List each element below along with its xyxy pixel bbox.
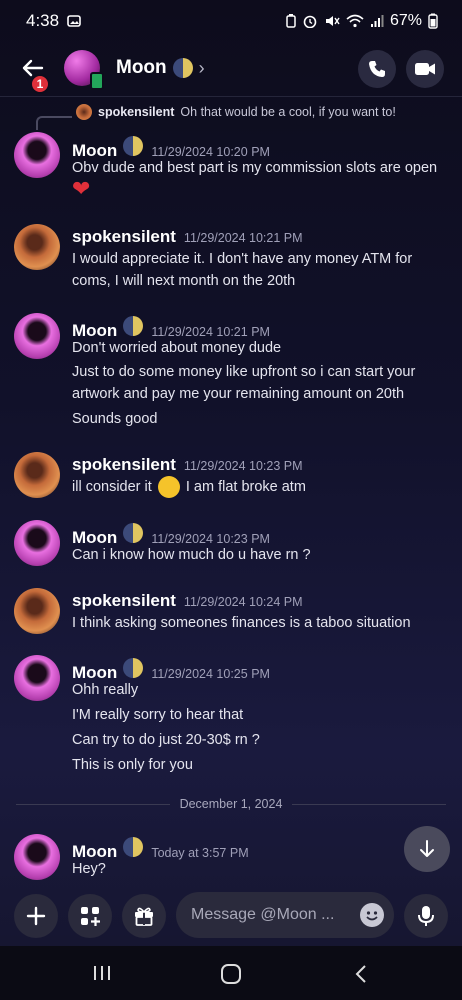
home-icon[interactable] bbox=[220, 964, 242, 984]
signal-icon bbox=[370, 15, 384, 27]
mute-icon bbox=[325, 16, 340, 26]
message-timestamp: 11/29/2024 10:24 PM bbox=[183, 595, 303, 609]
date-label: December 1, 2024 bbox=[179, 797, 283, 811]
message-text: Ohh really bbox=[72, 682, 139, 698]
dm-name[interactable]: Moon bbox=[116, 57, 167, 79]
message-author[interactable]: spokensilent bbox=[72, 591, 176, 611]
reply-connector bbox=[36, 116, 72, 130]
avatar[interactable] bbox=[14, 834, 60, 880]
message-composer: Message @Moon ... bbox=[0, 884, 462, 946]
divider bbox=[16, 803, 170, 805]
wifi-icon bbox=[346, 14, 364, 28]
heart-icon: ❤ bbox=[72, 176, 91, 201]
smiley-emoji-icon bbox=[157, 476, 180, 499]
message-timestamp: 11/29/2024 10:21 PM bbox=[183, 231, 303, 245]
message-text: I would appreciate it. I don't have any … bbox=[72, 251, 413, 289]
message-input[interactable]: Message @Moon ... bbox=[176, 892, 394, 938]
back-nav-icon[interactable] bbox=[354, 964, 368, 984]
gift-icon bbox=[135, 907, 153, 926]
message-text-part: ill consider it bbox=[72, 479, 152, 495]
reply-avatar bbox=[76, 104, 92, 120]
unread-badge: 1 bbox=[30, 74, 50, 94]
avatar[interactable] bbox=[64, 50, 104, 90]
system-nav-bar bbox=[0, 946, 462, 1000]
message-text: Can i know how much do u have rn ? bbox=[72, 547, 311, 563]
message-text: This is only for you bbox=[72, 757, 193, 773]
moon-emoji-icon bbox=[123, 658, 144, 678]
avatar[interactable] bbox=[14, 132, 60, 178]
message-text-part: I am flat broke atm bbox=[185, 479, 306, 495]
reply-text: Oh that would be a cool, if you want to! bbox=[180, 105, 396, 119]
gallery-icon bbox=[67, 15, 81, 27]
message-text: I think asking someones finances is a ta… bbox=[72, 615, 411, 631]
reply-author: spokensilent bbox=[98, 105, 175, 119]
message-timestamp: 11/29/2024 10:23 PM bbox=[183, 459, 303, 473]
avatar[interactable] bbox=[14, 588, 60, 634]
jump-to-bottom-button[interactable] bbox=[404, 826, 450, 872]
avatar[interactable] bbox=[14, 224, 60, 270]
message-text: ill consider it I am flat broke atm bbox=[72, 476, 452, 499]
gift-button[interactable] bbox=[122, 894, 166, 938]
alarm-icon bbox=[303, 15, 317, 28]
moon-emoji-icon bbox=[172, 58, 193, 78]
smiley-icon bbox=[366, 911, 378, 921]
avatar[interactable] bbox=[14, 655, 60, 701]
emoji-picker-button[interactable] bbox=[360, 903, 384, 927]
dm-header: 1 Moon › bbox=[0, 42, 462, 94]
moon-emoji-icon bbox=[123, 837, 144, 857]
recent-apps-icon[interactable] bbox=[92, 964, 112, 982]
message-author[interactable]: spokensilent bbox=[72, 455, 176, 475]
message-input-placeholder: Message @Moon ... bbox=[191, 906, 335, 923]
moon-emoji-icon bbox=[123, 316, 144, 336]
divider bbox=[292, 803, 446, 805]
avatar[interactable] bbox=[14, 520, 60, 566]
message-text: Can try to do just 20-30$ rn ? bbox=[72, 732, 260, 748]
battery-saver-icon bbox=[286, 14, 296, 28]
moon-emoji-icon bbox=[123, 136, 144, 156]
status-time: 4:38 bbox=[26, 11, 60, 30]
reply-reference[interactable]: spokensilent Oh that would be a cool, if… bbox=[76, 104, 396, 120]
message-text: Sounds good bbox=[72, 411, 158, 427]
message-text: Just to do some money like upfront so i … bbox=[72, 364, 416, 402]
message-text: Obv dude and best part is my commission … bbox=[72, 160, 438, 176]
moon-emoji-icon bbox=[123, 523, 144, 543]
add-attachment-button[interactable] bbox=[14, 894, 58, 938]
message-text: Hey? bbox=[72, 861, 106, 877]
voice-message-button[interactable] bbox=[404, 894, 448, 938]
date-separator: December 1, 2024 bbox=[16, 795, 446, 813]
message-author[interactable]: spokensilent bbox=[72, 227, 176, 247]
video-call-button[interactable] bbox=[406, 50, 444, 88]
arrow-down-icon bbox=[420, 840, 434, 857]
video-camera-icon bbox=[415, 63, 435, 75]
apps-button[interactable] bbox=[68, 894, 112, 938]
header-divider bbox=[0, 96, 462, 97]
message-text: Don't worried about money dude bbox=[72, 340, 282, 356]
avatar[interactable] bbox=[14, 313, 60, 359]
chevron-right-icon[interactable]: › bbox=[199, 58, 205, 79]
voice-call-button[interactable] bbox=[358, 50, 396, 88]
apps-icon bbox=[81, 907, 100, 926]
phone-icon bbox=[369, 61, 385, 77]
plus-icon bbox=[26, 906, 46, 926]
battery-icon bbox=[428, 13, 438, 29]
mobile-status-icon bbox=[90, 72, 104, 90]
status-bar: 4:38 67% bbox=[0, 0, 462, 42]
battery-percent: 67% bbox=[389, 12, 422, 29]
message-text: I'M really sorry to hear that bbox=[72, 707, 244, 723]
microphone-icon bbox=[418, 906, 434, 926]
back-button[interactable]: 1 bbox=[14, 50, 50, 94]
avatar[interactable] bbox=[14, 452, 60, 498]
